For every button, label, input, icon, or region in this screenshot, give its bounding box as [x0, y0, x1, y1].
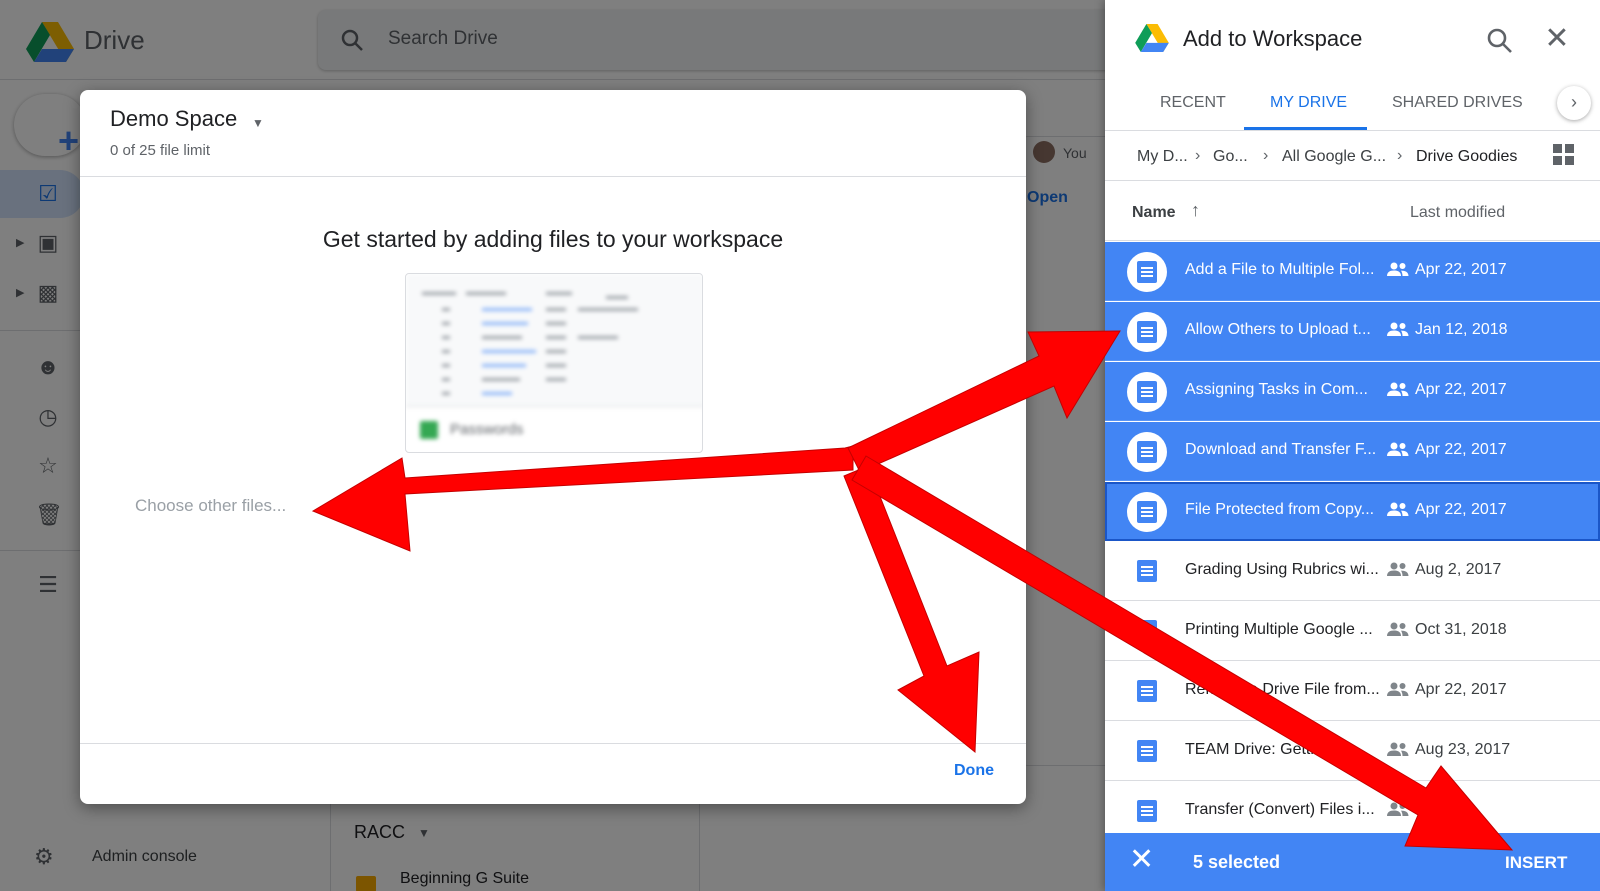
shared-people-icon	[1387, 622, 1409, 636]
done-button[interactable]: Done	[954, 762, 994, 780]
shared-people-icon	[1387, 562, 1409, 576]
scrollbar[interactable]	[1589, 242, 1597, 822]
close-icon[interactable]: ✕	[1542, 24, 1572, 54]
choose-other-files-link[interactable]: Choose other files...	[135, 496, 286, 516]
google-doc-icon	[1137, 381, 1157, 403]
selected-count: 5 selected	[1193, 852, 1281, 872]
workspace-dialog: Demo Space ▼ 0 of 25 file limit Get star…	[80, 90, 1026, 804]
file-row[interactable]: Remove a Drive File from... Apr 22, 2017	[1105, 662, 1600, 721]
google-doc-icon	[1137, 620, 1157, 642]
shared-people-icon	[1387, 802, 1409, 816]
file-row[interactable]: Printing Multiple Google ... Oct 31, 2018	[1105, 602, 1600, 661]
sheets-icon	[420, 421, 438, 439]
breadcrumb-item[interactable]: All Google G...	[1282, 148, 1386, 166]
google-doc-icon	[1137, 740, 1157, 762]
picker-divider	[1105, 130, 1600, 131]
selected-check-circle	[1127, 372, 1167, 412]
file-modified-date: Jan 12, 2018	[1415, 321, 1508, 338]
tab-my-drive[interactable]: MY DRIVE	[1270, 94, 1347, 112]
breadcrumb-item[interactable]: My D...	[1137, 148, 1188, 166]
file-name: Add a File to Multiple Fol...	[1185, 261, 1375, 278]
file-limit-text: 0 of 25 file limit	[110, 142, 211, 159]
shared-people-icon	[1387, 442, 1409, 456]
chevron-right-icon: ›	[1397, 147, 1403, 164]
file-modified-date: Apr 22, 2017	[1415, 501, 1507, 518]
file-row[interactable]: Assigning Tasks in Com... Apr 22, 2017	[1105, 362, 1600, 421]
clear-selection-icon[interactable]: ✕	[1129, 845, 1154, 875]
picker-divider	[1105, 180, 1600, 181]
search-icon[interactable]	[1485, 26, 1515, 56]
workspace-title[interactable]: Demo Space	[110, 106, 237, 132]
picker-footer: ✕ 5 selected INSERT	[1105, 833, 1600, 891]
file-preview	[406, 274, 702, 406]
shared-people-icon	[1387, 682, 1409, 696]
shared-people-icon	[1387, 742, 1409, 756]
shared-people-icon	[1387, 382, 1409, 396]
selected-check-circle	[1127, 312, 1167, 352]
file-row[interactable]: Grading Using Rubrics wi... Aug 2, 2017	[1105, 542, 1600, 601]
file-name: Grading Using Rubrics wi...	[1185, 561, 1379, 578]
file-name: Download and Transfer F...	[1185, 441, 1377, 458]
google-doc-icon	[1137, 441, 1157, 463]
chevron-right-icon: ›	[1195, 147, 1201, 164]
file-name: Remove a Drive File from...	[1185, 681, 1380, 698]
google-doc-icon	[1137, 560, 1157, 582]
file-row[interactable]: Add a File to Multiple Fol... Apr 22, 201…	[1105, 242, 1600, 301]
file-modified-date: Apr 22, 2017	[1415, 261, 1507, 278]
file-row[interactable]: Allow Others to Upload t... Jan 12, 2018	[1105, 302, 1600, 361]
file-modified-date: Apr 22, 2017	[1415, 441, 1507, 458]
file-row[interactable]: Download and Transfer F... Apr 22, 2017	[1105, 422, 1600, 481]
tab-shared-drives[interactable]: SHARED DRIVES	[1392, 94, 1523, 112]
file-picker-panel: Add to Workspace ✕ RECENT MY DRIVE SHARE…	[1105, 0, 1600, 891]
chevron-down-icon[interactable]: ▼	[252, 116, 264, 130]
file-row[interactable]: File Protected from Copy... Apr 22, 2017	[1105, 482, 1600, 541]
file-name: TEAM Drive: Getting...	[1185, 741, 1346, 758]
picker-divider	[1105, 240, 1600, 241]
dialog-heading: Get started by adding files to your work…	[322, 226, 784, 252]
google-doc-icon	[1137, 800, 1157, 822]
suggested-file-name: Passwords	[450, 421, 524, 438]
selected-check-circle	[1127, 252, 1167, 292]
insert-button[interactable]: INSERT	[1505, 853, 1567, 873]
grid-view-icon[interactable]	[1553, 144, 1575, 166]
file-modified-date: Aug 23, 2017	[1415, 741, 1511, 758]
file-name: Transfer (Convert) Files i...	[1185, 801, 1375, 818]
google-doc-icon	[1137, 680, 1157, 702]
file-row[interactable]: TEAM Drive: Getting... Aug 23, 2017	[1105, 722, 1600, 781]
chevron-right-icon[interactable]: ›	[1557, 86, 1591, 120]
shared-people-icon	[1387, 502, 1409, 516]
google-doc-icon	[1137, 261, 1157, 283]
selected-check-circle	[1127, 432, 1167, 472]
column-header-last-modified[interactable]: Last modified	[1410, 204, 1505, 222]
suggested-file-card[interactable]: Passwords	[405, 273, 703, 453]
file-name: Printing Multiple Google ...	[1185, 621, 1373, 638]
shared-people-icon	[1387, 322, 1409, 336]
file-modified-date: Oct 31, 2018	[1415, 621, 1507, 638]
shared-people-icon	[1387, 262, 1409, 276]
google-doc-icon	[1137, 321, 1157, 343]
file-name: Assigning Tasks in Com...	[1185, 381, 1368, 398]
drive-logo-icon	[1135, 24, 1169, 52]
file-card-footer: Passwords	[406, 406, 702, 452]
file-modified-date: ...19	[1415, 801, 1447, 818]
tab-recent[interactable]: RECENT	[1160, 94, 1226, 112]
file-modified-date: Apr 22, 2017	[1415, 681, 1507, 698]
dialog-divider	[80, 176, 1026, 177]
sort-arrow-up-icon[interactable]: ↑	[1191, 200, 1200, 221]
file-modified-date: Aug 2, 2017	[1415, 561, 1502, 578]
file-modified-date: Apr 22, 2017	[1415, 381, 1507, 398]
google-doc-icon	[1137, 501, 1157, 523]
file-name: File Protected from Copy...	[1185, 501, 1375, 518]
column-header-name[interactable]: Name	[1132, 204, 1176, 222]
dialog-divider	[80, 743, 1026, 744]
picker-title: Add to Workspace	[1183, 26, 1363, 51]
breadcrumb-current[interactable]: Drive Goodies	[1416, 148, 1517, 166]
selected-check-circle	[1127, 492, 1167, 532]
breadcrumb-item[interactable]: Go...	[1213, 148, 1248, 166]
file-name: Allow Others to Upload t...	[1185, 321, 1371, 338]
chevron-right-icon: ›	[1263, 147, 1269, 164]
